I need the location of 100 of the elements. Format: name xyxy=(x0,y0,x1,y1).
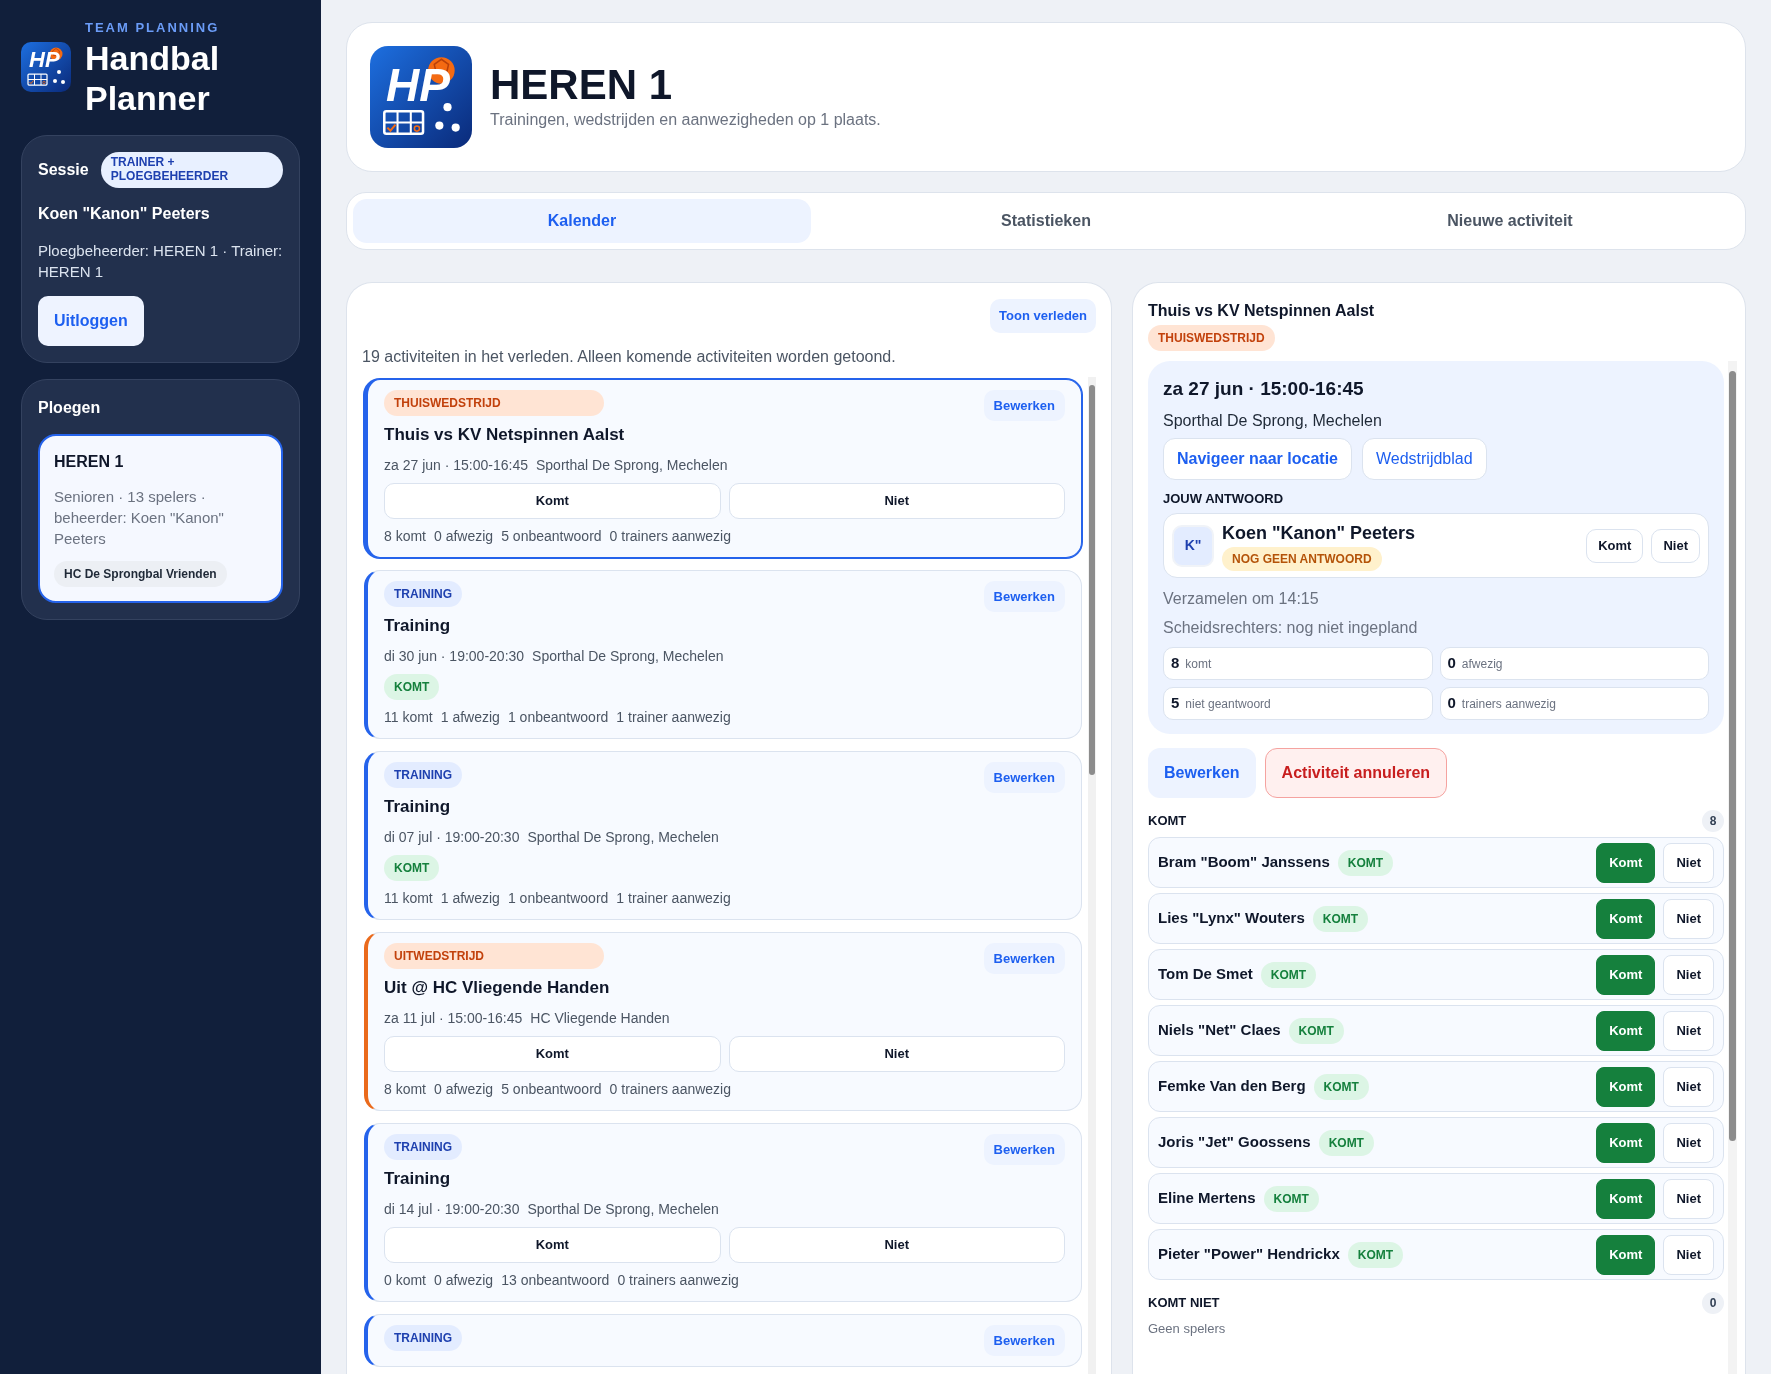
activity-title: Thuis vs KV Netspinnen Aalst xyxy=(384,424,626,446)
activity-type-tag: TRAINING xyxy=(384,1324,462,1351)
answer-label: JOUW ANTWOORD xyxy=(1163,489,1285,508)
response-button[interactable]: Komt xyxy=(1596,1234,1656,1275)
show-past-button[interactable]: Toon verleden xyxy=(990,299,1096,333)
page-subtitle: Trainingen, wedstrijden en aanwezigheden op 1 plaats. xyxy=(490,110,881,131)
attendance-count: 1 trainer aanwezig xyxy=(616,888,731,908)
response-button[interactable]: Niet xyxy=(1663,1010,1714,1051)
cancel-activity-button[interactable]: Activiteit annuleren xyxy=(1264,748,1448,798)
attendance-count: 1 onbeantwoord xyxy=(507,707,609,727)
attendance-count: 11 komt xyxy=(384,707,433,727)
logo-text: HP xyxy=(29,49,60,71)
response-button[interactable]: Komt xyxy=(1596,954,1656,995)
response-button[interactable]: Niet xyxy=(1663,1178,1714,1219)
attendance-count: 0 afwezig xyxy=(434,1079,494,1099)
response-button[interactable]: Komt xyxy=(1586,528,1644,563)
response-button[interactable]: Komt xyxy=(1596,842,1656,883)
stat-label: afwezig xyxy=(1461,655,1503,673)
attendance-count: 8 komt xyxy=(384,526,426,546)
edit-button[interactable]: Bewerken xyxy=(983,942,1065,974)
tab[interactable]: Statistieken xyxy=(817,199,1275,243)
response-status-badge: NOG GEEN ANTWOORD xyxy=(1222,547,1382,571)
avatar: K" xyxy=(1172,524,1214,567)
response-button[interactable]: Niet xyxy=(1651,528,1700,563)
player-name: Lies "Lynx" Wouters xyxy=(1158,908,1305,929)
edit-button[interactable]: Bewerken xyxy=(983,580,1065,612)
team-card[interactable]: HEREN 1 Senioren · 13 spelers · beheerder: Koen "Kanon" Peeters HC De Sprongbal Vrienden xyxy=(38,433,283,603)
response-button[interactable]: Niet xyxy=(1663,954,1714,995)
response-button[interactable]: Komt xyxy=(1596,1178,1656,1219)
app-logo xyxy=(21,42,71,92)
past-notice: 19 activiteiten in het verleden. Alleen komende activiteiten worden getoond. xyxy=(362,346,897,367)
logout-button[interactable]: Uitloggen xyxy=(38,295,144,346)
team-details: Senioren · 13 spelers · beheerder: Koen "Kanon" Peeters xyxy=(54,486,225,549)
tab[interactable]: Nieuwe activiteit xyxy=(1281,199,1739,243)
activity-card[interactable]: TRAINING Bewerken Training di 07 jul · 19:00-20:30 Sporthal De Sprong, Mechelen KOMT 11 komt 1 afwezig 1 onbeantwoord 1 trainer aanwezig xyxy=(364,750,1082,920)
activity-time: di 14 jul · 19:00-20:30 xyxy=(384,1199,520,1219)
stat-value: 0 xyxy=(1447,653,1456,674)
activity-card[interactable]: TRAINING Bewerken Training di 14 jul · 19:00-20:30 Sporthal De Sprong, Mechelen Komt Niet 0 komt 0 afwezig 13 onbeantwoord 0 trainers aanwezig xyxy=(364,1122,1082,1302)
response-button[interactable]: Komt xyxy=(1596,1066,1656,1107)
response-button[interactable]: Komt xyxy=(1596,1010,1656,1051)
attendance-count: 1 afwezig xyxy=(440,707,500,727)
response-button[interactable]: Niet xyxy=(1663,898,1714,939)
stat-value: 8 xyxy=(1171,653,1180,674)
player-name: Bram "Boom" Janssens xyxy=(1158,852,1330,873)
response-button[interactable]: Komt xyxy=(1596,898,1656,939)
response-button[interactable]: Komt xyxy=(384,1035,721,1072)
referees-info: Scheidsrechters: nog niet ingepland xyxy=(1163,618,1419,638)
response-button[interactable]: Niet xyxy=(1663,842,1714,883)
response-button[interactable]: Komt xyxy=(1596,1122,1656,1163)
navigate-button[interactable]: Navigeer naar locatie xyxy=(1163,437,1352,480)
activity-title: Training xyxy=(384,1168,452,1190)
detail-title: Thuis vs KV Netspinnen Aalst xyxy=(1148,301,1376,321)
response-button[interactable]: Niet xyxy=(728,482,1065,519)
player-name: Tom De Smet xyxy=(1158,964,1253,985)
activity-time: di 30 jun · 19:00-20:30 xyxy=(384,646,525,666)
response-badge: KOMT xyxy=(1263,1185,1319,1212)
team-name: HEREN 1 xyxy=(54,451,125,472)
edit-button[interactable]: Bewerken xyxy=(983,389,1065,421)
activity-card[interactable]: THUISWEDSTRIJD Bewerken Thuis vs KV Netspinnen Aalst za 27 jun · 15:00-16:45 Sporthal De Sprong, Mechelen Komt Niet 8 komt 0 afwezig 5 onbeantwoord 0 trainers aanwezig xyxy=(364,378,1082,558)
edit-button[interactable]: Bewerken xyxy=(1148,748,1256,798)
activity-card[interactable]: UITWEDSTRIJD Bewerken Uit @ HC Vliegende Handen za 11 jul · 15:00-16:45 HC Vliegende Handen Komt Niet 8 komt 0 afwezig 5 onbeantwoord 0 trainers aanwezig xyxy=(364,931,1082,1111)
attendance-count: 1 onbeantwoord xyxy=(507,888,609,908)
stat-label: niet geantwoord xyxy=(1185,695,1271,713)
edit-button[interactable]: Bewerken xyxy=(983,761,1065,793)
response-button[interactable]: Komt xyxy=(384,482,721,519)
gather-time: Verzamelen om 14:15 xyxy=(1163,589,1320,609)
response-button[interactable]: Niet xyxy=(728,1226,1065,1263)
activity-title: Training xyxy=(384,796,452,818)
activity-type-tag: TRAINING xyxy=(384,1133,462,1160)
tab[interactable]: Kalender xyxy=(353,199,811,243)
match-sheet-button[interactable]: Wedstrijdblad xyxy=(1361,437,1487,480)
attendance-count: 0 trainers aanwezig xyxy=(609,526,731,546)
response-button[interactable]: Niet xyxy=(1663,1234,1714,1275)
response-button[interactable]: Niet xyxy=(1663,1122,1714,1163)
count-badge: 8 xyxy=(1702,810,1724,832)
response-button[interactable]: Niet xyxy=(728,1035,1065,1072)
session-label: Sessie xyxy=(38,159,89,180)
edit-button[interactable]: Bewerken xyxy=(983,1324,1065,1356)
activity-card[interactable]: TRAINING Bewerken xyxy=(364,1313,1082,1367)
role-badge: TRAINER + PLOEGBEHEERDER xyxy=(100,152,283,188)
user-roles: Ploegbeheerder: HEREN 1 · Trainer: HEREN 1 xyxy=(38,240,283,282)
activity-location: Sporthal De Sprong, Mechelen xyxy=(532,646,724,666)
edit-button[interactable]: Bewerken xyxy=(983,1133,1065,1165)
response-badge: KOMT xyxy=(1318,1129,1374,1156)
scrollbar[interactable] xyxy=(1088,376,1096,1374)
activity-type-tag: UITWEDSTRIJD xyxy=(384,942,604,969)
response-badge: KOMT xyxy=(1347,1241,1404,1268)
response-badge: KOMT xyxy=(384,854,440,881)
response-button[interactable]: Niet xyxy=(1663,1066,1714,1107)
attendance-count: 13 onbeantwoord xyxy=(501,1270,610,1290)
player-name: Eline Mertens xyxy=(1158,1188,1256,1209)
response-button[interactable]: Komt xyxy=(384,1226,721,1263)
scrollbar[interactable] xyxy=(1728,361,1737,1374)
activity-type-tag: TRAINING xyxy=(384,580,462,607)
attendance-count: 1 afwezig xyxy=(440,888,500,908)
attendance-count: 11 komt xyxy=(384,888,433,908)
activity-card[interactable]: TRAINING Bewerken Training di 30 jun · 19:00-20:30 Sporthal De Sprong, Mechelen KOMT 11 komt 1 afwezig 1 onbeantwoord 1 trainer aanwezig xyxy=(364,569,1082,739)
detail-date: za 27 jun · 15:00-16:45 xyxy=(1163,377,1365,401)
activity-time: di 07 jul · 19:00-20:30 xyxy=(384,827,520,847)
player-name: Pieter "Power" Hendrickx xyxy=(1158,1244,1340,1265)
